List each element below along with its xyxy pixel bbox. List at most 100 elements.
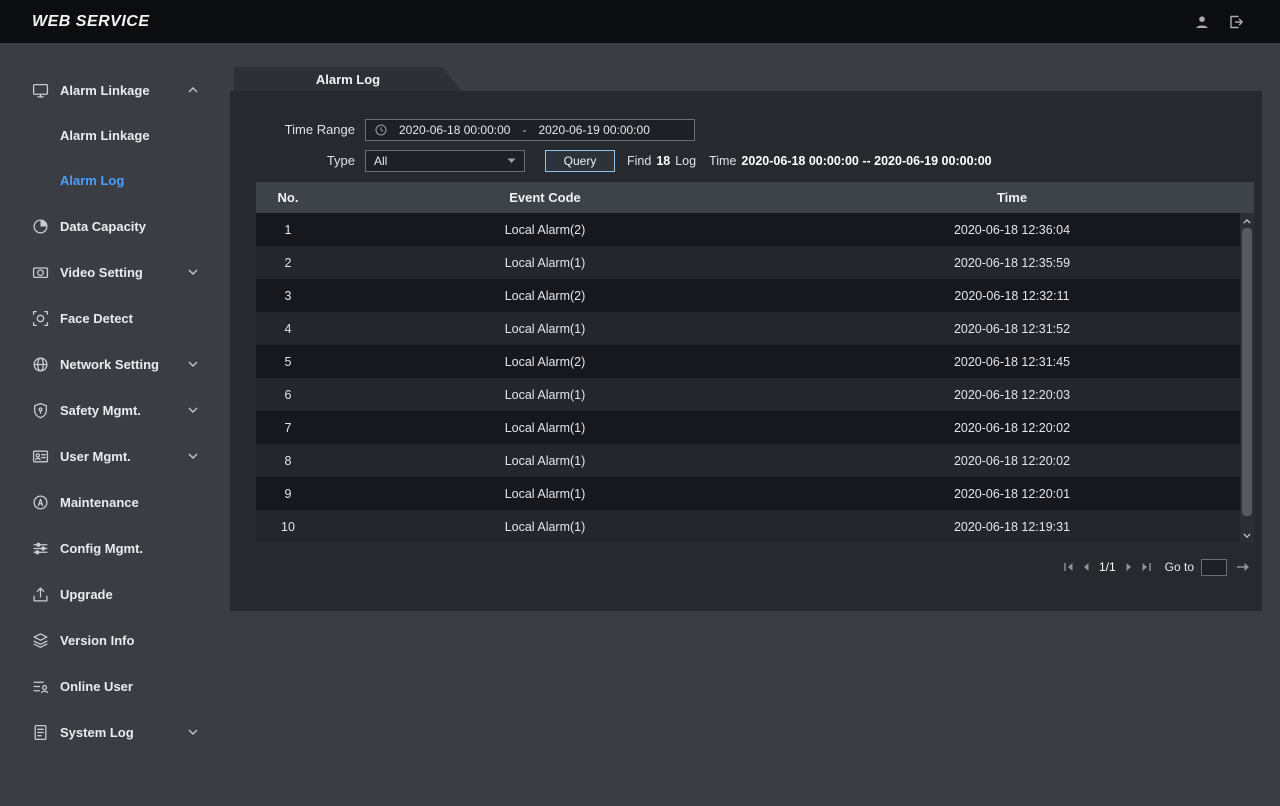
sidebar-item-label: User Mgmt. <box>60 449 131 464</box>
scroll-up-icon[interactable] <box>1240 214 1254 228</box>
chevron-down-icon <box>188 361 198 367</box>
table-row-4[interactable]: 4Local Alarm(1)2020-06-18 12:31:52 <box>256 312 1254 345</box>
sidebar-item-video-setting[interactable]: Video Setting <box>0 249 230 295</box>
sidebar-item-data-capacity[interactable]: Data Capacity <box>0 203 230 249</box>
result-time-label: Time <box>709 154 736 168</box>
chevron-down-icon <box>188 269 198 275</box>
cell-no: 8 <box>256 454 320 468</box>
online-user-icon <box>32 678 49 695</box>
sidebar-item-label: Alarm Linkage <box>60 83 150 98</box>
time-range-separator: - <box>522 123 526 137</box>
cell-event-code: Local Alarm(2) <box>320 355 770 369</box>
cell-time: 2020-06-18 12:20:01 <box>770 487 1254 501</box>
cell-no: 5 <box>256 355 320 369</box>
table-row-8[interactable]: 8Local Alarm(1)2020-06-18 12:20:02 <box>256 444 1254 477</box>
app-logo: WEB SERVICE <box>32 13 150 31</box>
cell-event-code: Local Alarm(1) <box>320 520 770 534</box>
cell-no: 3 <box>256 289 320 303</box>
sidebar-item-label: Maintenance <box>60 495 139 510</box>
data-capacity-icon <box>32 218 49 235</box>
user-account-icon[interactable] <box>1194 14 1210 30</box>
sidebar-item-label: Upgrade <box>60 587 113 602</box>
upgrade-icon <box>32 586 49 603</box>
cell-time: 2020-06-18 12:20:02 <box>770 454 1254 468</box>
table-row-6[interactable]: 6Local Alarm(1)2020-06-18 12:20:03 <box>256 378 1254 411</box>
result-log-label: Log <box>675 154 696 168</box>
table-scrollbar[interactable] <box>1240 213 1254 543</box>
table-header: No. Event Code Time <box>256 182 1254 213</box>
chevron-up-icon <box>188 87 198 93</box>
goto-page-input[interactable] <box>1201 559 1227 576</box>
cell-event-code: Local Alarm(1) <box>320 421 770 435</box>
cell-time: 2020-06-18 12:31:52 <box>770 322 1254 336</box>
sidebar-subitem-label: Alarm Linkage <box>60 128 150 143</box>
sidebar-item-label: Video Setting <box>60 265 143 280</box>
sidebar-item-safety-mgmt[interactable]: Safety Mgmt. <box>0 387 230 433</box>
time-range-label: Time Range <box>230 119 355 141</box>
chevron-down-icon <box>188 407 198 413</box>
sidebar-item-label: Version Info <box>60 633 134 648</box>
type-label: Type <box>230 150 355 172</box>
first-page-icon[interactable] <box>1063 562 1074 572</box>
chevron-down-icon <box>507 158 516 164</box>
sidebar-item-version-info[interactable]: Version Info <box>0 617 230 663</box>
result-count: 18 <box>656 154 670 168</box>
sidebar-item-face-detect[interactable]: Face Detect <box>0 295 230 341</box>
scrollbar-thumb[interactable] <box>1242 228 1252 516</box>
topbar-icons <box>1194 14 1244 30</box>
clock-icon <box>375 124 387 136</box>
table-body: 1Local Alarm(2)2020-06-18 12:36:04 2Loca… <box>256 213 1254 543</box>
next-page-icon[interactable] <box>1125 562 1134 572</box>
tab-label: Alarm Log <box>316 72 380 87</box>
sidebar-item-system-log[interactable]: System Log <box>0 709 230 755</box>
pagination: 1/1 Go to <box>1063 557 1250 577</box>
goto-label: Go to <box>1165 560 1194 574</box>
query-button[interactable]: Query <box>545 150 615 172</box>
face-detect-icon <box>32 310 49 327</box>
sidebar-item-config-mgmt[interactable]: Config Mgmt. <box>0 525 230 571</box>
sidebar-item-label: Safety Mgmt. <box>60 403 141 418</box>
type-select[interactable]: All <box>365 150 525 172</box>
sidebar-item-maintenance[interactable]: Maintenance <box>0 479 230 525</box>
table-row-1[interactable]: 1Local Alarm(2)2020-06-18 12:36:04 <box>256 213 1254 246</box>
sidebar-item-upgrade[interactable]: Upgrade <box>0 571 230 617</box>
cell-time: 2020-06-18 12:36:04 <box>770 223 1254 237</box>
time-range-input[interactable]: 2020-06-18 00:00:00 - 2020-06-19 00:00:0… <box>365 119 695 141</box>
prev-page-icon[interactable] <box>1081 562 1090 572</box>
maintenance-icon <box>32 494 49 511</box>
cell-no: 4 <box>256 322 320 336</box>
sidebar-item-network-setting[interactable]: Network Setting <box>0 341 230 387</box>
alarm-log-panel: Time Range 2020-06-18 00:00:00 - 2020-06… <box>230 91 1262 611</box>
result-time-range: 2020-06-18 00:00:00 -- 2020-06-19 00:00:… <box>741 154 991 168</box>
sidebar-subitem-alarm-log[interactable]: Alarm Log <box>0 158 230 203</box>
last-page-icon[interactable] <box>1141 562 1152 572</box>
cell-time: 2020-06-18 12:19:31 <box>770 520 1254 534</box>
cell-no: 6 <box>256 388 320 402</box>
table-row-3[interactable]: 3Local Alarm(2)2020-06-18 12:32:11 <box>256 279 1254 312</box>
logout-icon[interactable] <box>1228 14 1244 30</box>
table-row-5[interactable]: 5Local Alarm(2)2020-06-18 12:31:45 <box>256 345 1254 378</box>
table-row-7[interactable]: 7Local Alarm(1)2020-06-18 12:20:02 <box>256 411 1254 444</box>
scroll-down-icon[interactable] <box>1240 528 1254 542</box>
sidebar-item-user-mgmt[interactable]: User Mgmt. <box>0 433 230 479</box>
alarm-linkage-icon <box>32 82 49 99</box>
sidebar-item-label: Online User <box>60 679 133 694</box>
tab-alarm-log[interactable]: Alarm Log <box>234 67 462 91</box>
cell-time: 2020-06-18 12:32:11 <box>770 289 1254 303</box>
alarm-log-table: No. Event Code Time 1Local Alarm(2)2020-… <box>256 182 1254 543</box>
cell-time: 2020-06-18 12:20:02 <box>770 421 1254 435</box>
cell-event-code: Local Alarm(1) <box>320 454 770 468</box>
cell-no: 7 <box>256 421 320 435</box>
sidebar: Alarm Linkage Alarm Linkage Alarm Log Da… <box>0 43 230 806</box>
cell-event-code: Local Alarm(2) <box>320 289 770 303</box>
sidebar-subitem-alarm-linkage[interactable]: Alarm Linkage <box>0 113 230 158</box>
table-row-2[interactable]: 2Local Alarm(1)2020-06-18 12:35:59 <box>256 246 1254 279</box>
chevron-down-icon <box>188 453 198 459</box>
goto-page-button[interactable] <box>1236 562 1250 572</box>
table-row-10[interactable]: 10Local Alarm(1)2020-06-18 12:19:31 <box>256 510 1254 543</box>
table-row-9[interactable]: 9Local Alarm(1)2020-06-18 12:20:01 <box>256 477 1254 510</box>
sidebar-item-online-user[interactable]: Online User <box>0 663 230 709</box>
cell-time: 2020-06-18 12:31:45 <box>770 355 1254 369</box>
sidebar-item-alarm-linkage[interactable]: Alarm Linkage <box>0 67 230 113</box>
result-find-label: Find <box>627 154 651 168</box>
